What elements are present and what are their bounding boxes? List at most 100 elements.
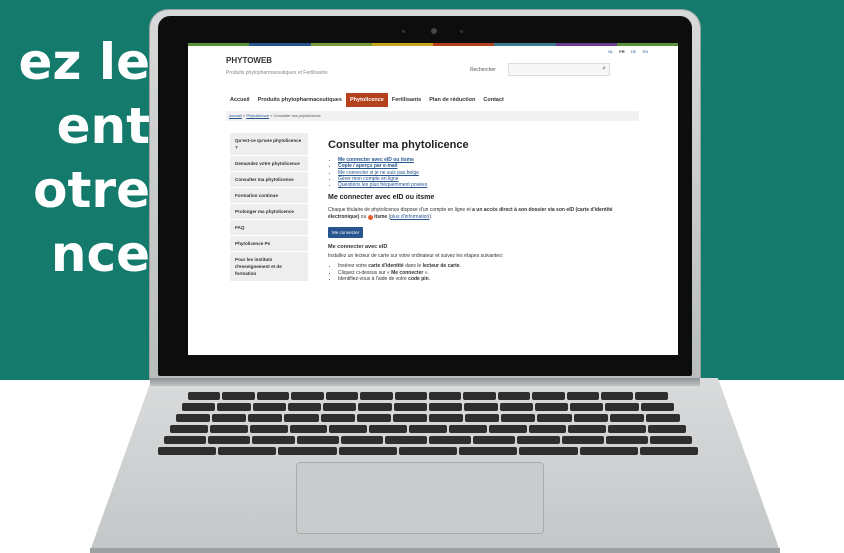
keyboard-key[interactable]	[278, 447, 337, 455]
keyboard-key[interactable]	[222, 392, 255, 400]
keyboard-key[interactable]	[252, 403, 286, 411]
keyboard-key[interactable]	[537, 414, 572, 422]
keyboard-key[interactable]	[209, 425, 248, 433]
connect-button[interactable]: Me connecter	[328, 227, 364, 239]
site-brand[interactable]: PHYTOWEB	[226, 56, 272, 65]
keyboard-key[interactable]	[212, 414, 247, 422]
keyboard-key[interactable]	[164, 436, 207, 444]
keyboard-key[interactable]	[605, 403, 639, 411]
keyboard-key[interactable]	[517, 436, 560, 444]
keyboard-key[interactable]	[287, 403, 322, 411]
sidebar-item[interactable]: Pour les instituts d'enseignement et de …	[230, 252, 308, 282]
keyboard-key[interactable]	[499, 403, 533, 411]
nav-item-contact[interactable]: Contact	[479, 93, 507, 107]
lang-nl[interactable]: NL	[608, 49, 613, 54]
nav-item-accueil[interactable]: Accueil	[226, 93, 254, 107]
keyboard-key[interactable]	[208, 436, 251, 444]
keyboard-key[interactable]	[340, 436, 383, 444]
link-faq[interactable]: Questions les plus fréquemment posées	[338, 182, 628, 188]
keyboard-key[interactable]	[218, 447, 277, 455]
keyboard-key[interactable]	[488, 425, 527, 433]
nav-item-plan[interactable]: Plan de réduction	[425, 93, 479, 107]
keyboard-key[interactable]	[639, 447, 698, 455]
keyboard-key[interactable]	[409, 425, 447, 433]
keyboard-key[interactable]	[356, 414, 391, 422]
sidebar-item[interactable]: Prolonger ma phytolicence	[230, 204, 308, 220]
keyboard-key[interactable]	[635, 392, 668, 400]
keyboard-key[interactable]	[561, 436, 604, 444]
keyboard-key[interactable]	[570, 403, 604, 411]
keyboard-key[interactable]	[392, 414, 427, 422]
keyboard-key[interactable]	[573, 414, 608, 422]
keyboard-key[interactable]	[649, 436, 693, 444]
keyboard-key[interactable]	[182, 403, 216, 411]
keyboard-key[interactable]	[534, 403, 569, 411]
keyboard-key[interactable]	[532, 392, 565, 400]
nav-item-produits[interactable]: Produits phytopharmaceutiques	[254, 93, 346, 107]
breadcrumb-home[interactable]: Accueil	[229, 113, 242, 118]
trackpad[interactable]	[296, 462, 544, 534]
keyboard-key[interactable]	[448, 425, 487, 433]
keyboard-key[interactable]	[325, 392, 359, 400]
keyboard-key[interactable]	[256, 392, 290, 400]
keyboard-key[interactable]	[394, 392, 427, 400]
keyboard-key[interactable]	[528, 425, 567, 433]
keyboard-key[interactable]	[465, 414, 500, 422]
keyboard-key[interactable]	[170, 425, 208, 433]
keyboard-key[interactable]	[648, 425, 686, 433]
sidebar-item[interactable]: Demandez votre phytolicence	[230, 156, 308, 172]
keyboard-key[interactable]	[217, 403, 251, 411]
lang-en[interactable]: EN	[642, 49, 648, 54]
keyboard-key[interactable]	[393, 403, 427, 411]
keyboard-key[interactable]	[384, 436, 428, 444]
keyboard-key[interactable]	[296, 436, 339, 444]
search-icon[interactable]: ⌕	[602, 65, 606, 73]
sidebar-item[interactable]: Consulter ma phytolicence	[230, 172, 308, 188]
keyboard-key[interactable]	[463, 392, 496, 400]
keyboard-key[interactable]	[188, 392, 221, 400]
keyboard-key[interactable]	[568, 425, 607, 433]
keyboard-key[interactable]	[579, 447, 638, 455]
keyboard-key[interactable]	[369, 425, 408, 433]
keyboard-key[interactable]	[252, 436, 295, 444]
lang-fr[interactable]: FR	[619, 49, 624, 54]
keyboard-key[interactable]	[289, 425, 328, 433]
sidebar-item[interactable]: FAQ	[230, 220, 308, 236]
keyboard-key[interactable]	[605, 436, 648, 444]
lang-de[interactable]: DE	[631, 49, 637, 54]
nav-item-phytolicence[interactable]: Phytolicence	[345, 93, 388, 107]
keyboard-key[interactable]	[320, 414, 355, 422]
keyboard-key[interactable]	[566, 392, 600, 400]
keyboard-key[interactable]	[601, 392, 634, 400]
search-input[interactable]: ⌕	[508, 63, 610, 76]
keyboard-key[interactable]	[323, 403, 357, 411]
keyboard-key[interactable]	[519, 447, 578, 455]
keyboard-key[interactable]	[428, 403, 463, 411]
keyboard-key[interactable]	[284, 414, 319, 422]
keyboard-key[interactable]	[428, 392, 462, 400]
keyboard-key[interactable]	[248, 414, 283, 422]
keyboard-key[interactable]	[645, 414, 680, 422]
keyboard-key[interactable]	[459, 447, 518, 455]
keyboard-key[interactable]	[358, 403, 392, 411]
keyboard-key[interactable]	[608, 425, 647, 433]
more-info-link[interactable]: plus d'information	[390, 214, 429, 220]
keyboard-key[interactable]	[497, 392, 531, 400]
keyboard-key[interactable]	[291, 392, 324, 400]
keyboard-key[interactable]	[360, 392, 393, 400]
keyboard-key[interactable]	[428, 414, 464, 422]
keyboard-key[interactable]	[609, 414, 644, 422]
nav-item-fertilisants[interactable]: Fertilisants	[388, 93, 425, 107]
keyboard-key[interactable]	[329, 425, 368, 433]
keyboard-key[interactable]	[338, 447, 397, 455]
keyboard-key[interactable]	[176, 414, 211, 422]
sidebar-item[interactable]: Phytolicence Ps	[230, 236, 308, 252]
breadcrumb-section[interactable]: Phytolicence	[246, 113, 269, 118]
keyboard-key[interactable]	[501, 414, 536, 422]
keyboard-key[interactable]	[429, 436, 472, 444]
keyboard-key[interactable]	[464, 403, 498, 411]
keyboard-key[interactable]	[158, 447, 217, 455]
keyboard-key[interactable]	[249, 425, 288, 433]
sidebar-item[interactable]: Formation continue	[230, 188, 308, 204]
keyboard-key[interactable]	[640, 403, 674, 411]
